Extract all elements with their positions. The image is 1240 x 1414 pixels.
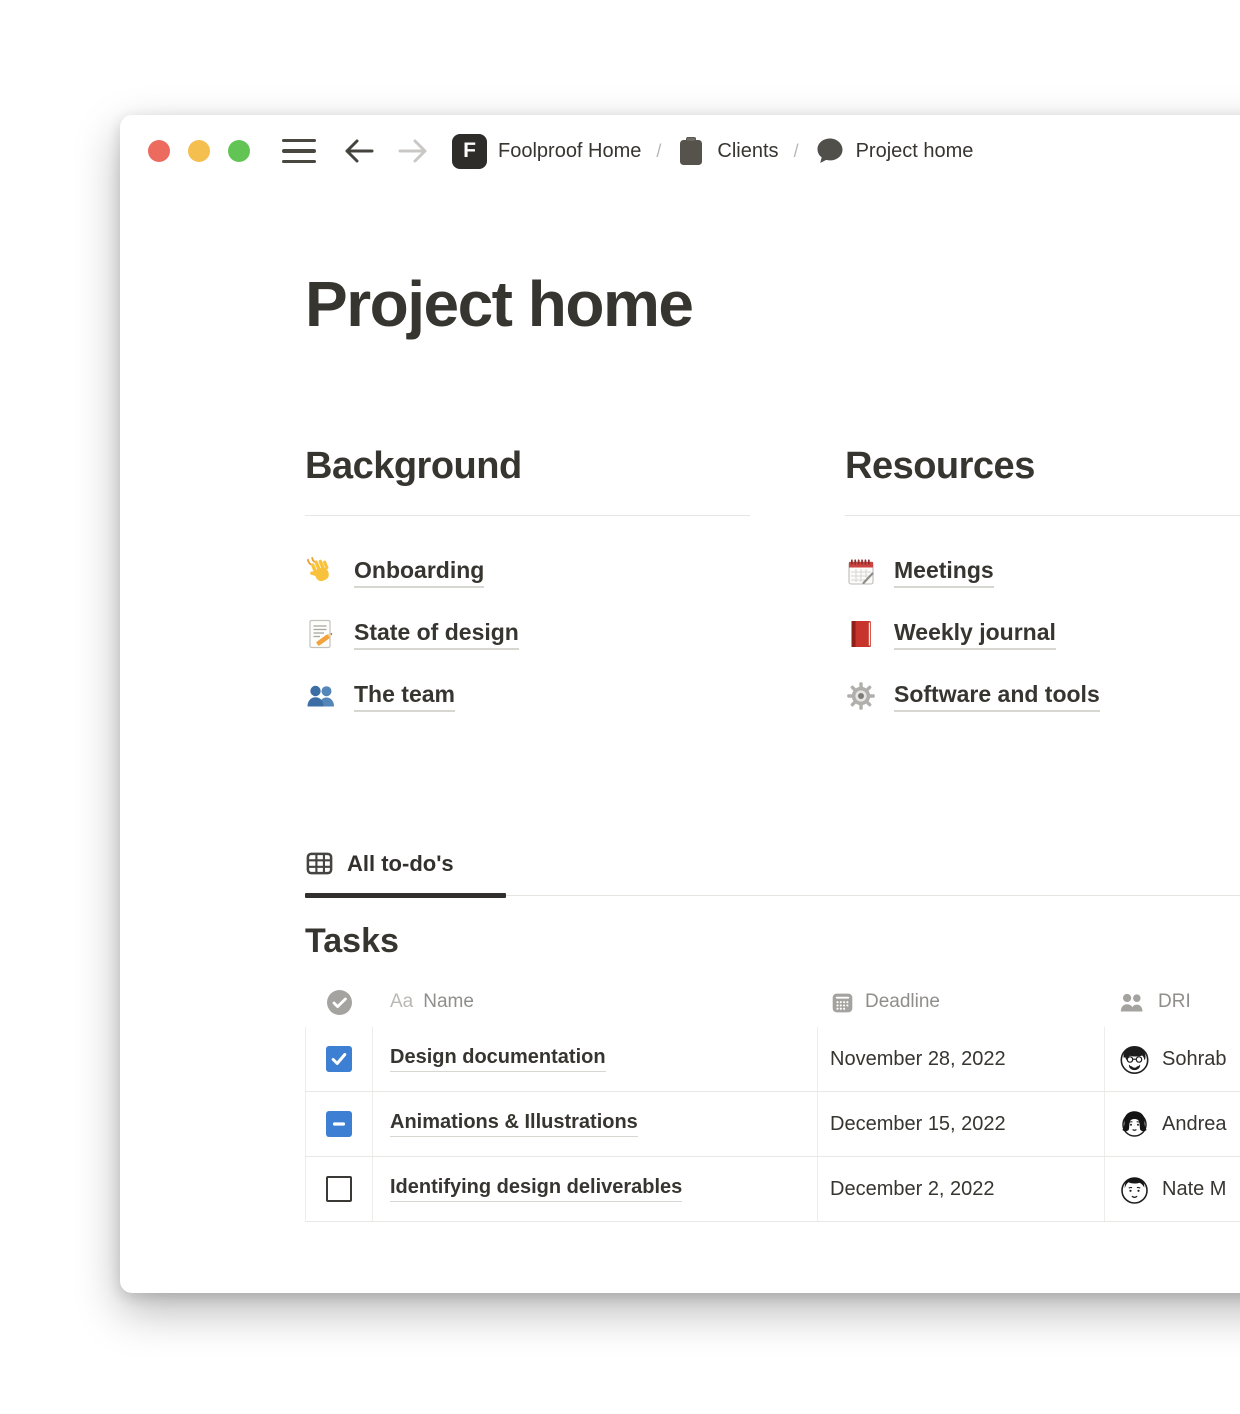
page-link-label: Onboarding [354, 557, 484, 588]
deadline-cell[interactable]: December 2, 2022 [818, 1157, 1105, 1221]
todo-checkbox[interactable] [326, 1176, 352, 1202]
table-row: Identifying design deliverables December… [305, 1157, 1240, 1222]
foolproof-logo: F [452, 134, 487, 169]
table-row: Design documentation November 28, 2022 S… [305, 1027, 1240, 1092]
breadcrumb-separator: / [651, 141, 666, 162]
todo-checkbox[interactable] [326, 1111, 352, 1137]
todo-checkbox[interactable] [326, 1046, 352, 1072]
page-link-meetings[interactable]: Meetings [845, 541, 1240, 603]
section-heading: Resources [845, 445, 1240, 488]
dri-cell[interactable]: Nate M [1105, 1157, 1240, 1221]
memo-icon [305, 618, 337, 650]
tasks-table: Aa Name Deadline [305, 977, 1240, 1222]
gear-icon [845, 680, 877, 712]
column-label: Name [423, 991, 474, 1013]
calendar-icon [830, 990, 855, 1015]
clipboard-icon [676, 135, 706, 167]
forward-arrow-icon[interactable] [396, 137, 430, 165]
page-link-label: The team [354, 681, 455, 712]
header-name-column[interactable]: Aa Name [373, 977, 818, 1027]
section-resources: Resources [845, 445, 1240, 727]
column-label: DRI [1158, 991, 1191, 1013]
header-deadline-column[interactable]: Deadline [818, 977, 1105, 1027]
page-link-label: Weekly journal [894, 619, 1056, 650]
app-window: F Foolproof Home / Clients / Project hom… [120, 115, 1240, 1293]
zoom-window-button[interactable] [228, 140, 250, 162]
traffic-lights [148, 140, 250, 162]
sidebar-menu-icon[interactable] [282, 139, 316, 163]
page-link-label: Software and tools [894, 681, 1100, 712]
titlebar: F Foolproof Home / Clients / Project hom… [120, 115, 1240, 179]
breadcrumb-label: Foolproof Home [498, 140, 641, 163]
header-checkbox-column[interactable] [305, 977, 373, 1027]
page-link-the-team[interactable]: The team [305, 665, 750, 727]
breadcrumb-item-clients[interactable]: Clients [676, 135, 778, 167]
header-dri-column[interactable]: DRI [1105, 977, 1240, 1027]
page-link-weekly-journal[interactable]: Weekly journal [845, 603, 1240, 665]
table-view-icon [305, 849, 334, 878]
divider [305, 515, 750, 516]
check-circle-icon [326, 989, 353, 1016]
text-property-icon: Aa [390, 991, 413, 1013]
breadcrumb-label: Clients [717, 140, 778, 163]
page-link-state-of-design[interactable]: State of design [305, 603, 750, 665]
page-link-label: Meetings [894, 557, 994, 588]
dri-cell[interactable]: Sohrab [1105, 1027, 1240, 1091]
people-icon [1119, 990, 1146, 1015]
database-title: Tasks [305, 922, 1240, 961]
wave-icon [305, 556, 337, 588]
breadcrumb-label: Project home [856, 140, 974, 163]
task-page-link[interactable]: Identifying design deliverables [390, 1176, 682, 1203]
deadline-cell[interactable]: December 15, 2022 [818, 1092, 1105, 1156]
red-book-icon [845, 618, 877, 650]
avatar [1119, 1044, 1150, 1075]
view-tab-bar: All to-do's [305, 849, 1240, 896]
deadline-cell[interactable]: November 28, 2022 [818, 1027, 1105, 1091]
close-window-button[interactable] [148, 140, 170, 162]
tab-label: All to-do's [347, 851, 454, 877]
page-link-label: State of design [354, 619, 519, 650]
column-label: Deadline [865, 991, 940, 1013]
task-page-link[interactable]: Design documentation [390, 1046, 606, 1073]
minimize-window-button[interactable] [188, 140, 210, 162]
table-header-row: Aa Name Deadline [305, 977, 1240, 1027]
section-background: Background [305, 445, 750, 727]
table-row: Animations & Illustrations December 15, … [305, 1092, 1240, 1157]
breadcrumb: F Foolproof Home / Clients / Project hom… [452, 134, 973, 169]
back-arrow-icon[interactable] [342, 137, 376, 165]
dri-cell[interactable]: Andrea [1105, 1092, 1240, 1156]
tab-all-todos[interactable]: All to-do's [305, 849, 506, 895]
divider [845, 515, 1240, 516]
page-title: Project home [305, 267, 1240, 341]
task-page-link[interactable]: Animations & Illustrations [390, 1111, 638, 1138]
speech-bubble-icon [814, 136, 845, 166]
breadcrumb-separator: / [789, 141, 804, 162]
section-heading: Background [305, 445, 750, 488]
page-link-onboarding[interactable]: Onboarding [305, 541, 750, 603]
page-link-software-and-tools[interactable]: Software and tools [845, 665, 1240, 727]
avatar [1119, 1109, 1150, 1140]
team-icon [305, 680, 337, 712]
breadcrumb-item-foolproof-home[interactable]: F Foolproof Home [452, 134, 641, 169]
spiral-calendar-icon [845, 556, 877, 588]
avatar [1119, 1174, 1150, 1205]
breadcrumb-item-project-home[interactable]: Project home [814, 136, 974, 166]
